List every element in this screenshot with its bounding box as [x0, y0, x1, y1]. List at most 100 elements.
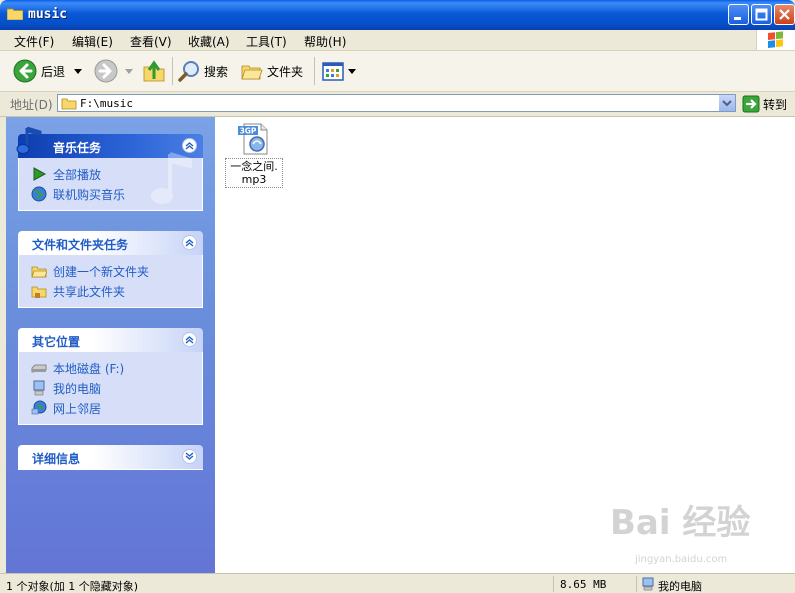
- place-my-computer[interactable]: 我的电脑: [31, 378, 202, 398]
- address-value: F:\music: [80, 97, 133, 110]
- close-button[interactable]: [774, 4, 795, 25]
- play-icon: [33, 167, 47, 181]
- folders-icon: [241, 65, 263, 80]
- minimize-button[interactable]: [728, 4, 749, 25]
- status-location: 我的电脑: [658, 580, 702, 593]
- forward-button[interactable]: [93, 57, 135, 85]
- chevron-down-icon[interactable]: [347, 66, 357, 76]
- chevron-down-icon: [185, 452, 194, 460]
- toolbar-separator: [172, 57, 173, 85]
- menu-file[interactable]: 文件(F): [14, 33, 54, 50]
- close-icon: [779, 9, 790, 20]
- task-label: 联机购买音乐: [53, 187, 126, 202]
- views-button[interactable]: [321, 57, 357, 85]
- menu-help[interactable]: 帮助(H): [304, 33, 346, 50]
- menu-tools[interactable]: 工具(T): [246, 33, 287, 50]
- other-places-panel: 其它位置 本地磁盘 (F:) 我的电脑 网上邻居: [18, 328, 203, 425]
- collapse-button[interactable]: [182, 235, 197, 250]
- globe-icon: [31, 186, 47, 202]
- music-tasks-panel: 音乐任务 全部播放 联机购买音乐: [16, 126, 203, 211]
- network-icon: [31, 400, 47, 415]
- window-title: music: [28, 7, 68, 22]
- search-icon: [178, 61, 199, 82]
- task-pane: 音乐任务 全部播放 联机购买音乐 文件和文件夹任务 创建一个新文件夹 共享此文件…: [6, 117, 215, 573]
- address-input[interactable]: F:\music: [57, 94, 736, 112]
- go-button[interactable]: 转到: [742, 95, 787, 113]
- back-button[interactable]: 后退: [12, 57, 85, 85]
- collapse-button[interactable]: [182, 332, 197, 347]
- address-bar: 地址(D) F:\music 转到: [0, 92, 795, 117]
- details-header[interactable]: 详细信息: [18, 445, 203, 470]
- status-size: 8.65 MB: [560, 578, 607, 591]
- computer-icon: [33, 380, 45, 396]
- other-places-title: 其它位置: [32, 335, 81, 349]
- title-bar[interactable]: music: [0, 0, 795, 30]
- back-arrow-icon: [13, 59, 37, 83]
- forward-arrow-icon: [94, 59, 118, 83]
- place-label: 我的电脑: [53, 381, 102, 396]
- menu-favorites[interactable]: 收藏(A): [188, 33, 230, 50]
- expand-button[interactable]: [182, 449, 197, 464]
- other-places-body: 本地磁盘 (F:) 我的电脑 网上邻居: [18, 352, 203, 425]
- place-network[interactable]: 网上邻居: [31, 398, 202, 418]
- file-tasks-panel: 文件和文件夹任务 创建一个新文件夹 共享此文件夹: [18, 231, 203, 308]
- address-label: 地址(D): [10, 98, 53, 112]
- task-label: 创建一个新文件夹: [53, 264, 150, 279]
- place-local-disk[interactable]: 本地磁盘 (F:): [31, 358, 202, 378]
- place-label: 本地磁盘 (F:): [53, 361, 125, 376]
- new-folder-icon: [31, 266, 47, 278]
- folders-button[interactable]: 文件夹: [240, 57, 303, 85]
- music-note-watermark-icon: [151, 152, 192, 204]
- chevron-down-icon[interactable]: [71, 66, 85, 76]
- chevron-down-icon[interactable]: [123, 66, 135, 76]
- minimize-icon: [734, 17, 741, 20]
- chevron-up-icon: [185, 239, 194, 247]
- task-share-folder[interactable]: 共享此文件夹: [31, 281, 202, 301]
- file-tasks-header[interactable]: 文件和文件夹任务: [18, 231, 203, 255]
- file-list-area[interactable]: 3GP 一念之间.mp3 Bai 经验 jingyan.baidu.com: [215, 117, 795, 573]
- audio-file-icon: 3GP: [238, 123, 268, 155]
- views-icon: [322, 62, 344, 81]
- task-label: 全部播放: [53, 167, 102, 182]
- menu-edit[interactable]: 编辑(E): [72, 33, 113, 50]
- music-tasks-body: 全部播放 联机购买音乐: [18, 152, 203, 211]
- chevron-down-icon: [722, 100, 732, 107]
- file-tasks-body: 创建一个新文件夹 共享此文件夹: [18, 255, 203, 308]
- status-bar: 1 个对象(加 1 个隐藏对象) 8.65 MB 我的电脑: [0, 573, 795, 593]
- toolbar: 后退 搜索 文件夹: [0, 51, 795, 92]
- windows-logo-icon: [756, 30, 795, 50]
- up-folder-button[interactable]: [142, 57, 166, 85]
- hard-drive-icon: [31, 364, 47, 373]
- address-dropdown-button[interactable]: [718, 95, 735, 111]
- details-panel: 详细信息: [18, 445, 203, 470]
- place-label: 网上邻居: [53, 401, 102, 416]
- file-tasks-title: 文件和文件夹任务: [32, 238, 129, 252]
- go-arrow-icon: [742, 95, 760, 113]
- status-separator: [553, 576, 554, 592]
- maximize-button[interactable]: [751, 4, 772, 25]
- menu-view[interactable]: 查看(V): [130, 33, 172, 50]
- search-label: 搜索: [204, 64, 229, 79]
- music-note-icon: [16, 126, 42, 154]
- share-folder-icon: [31, 286, 47, 298]
- task-new-folder[interactable]: 创建一个新文件夹: [31, 261, 202, 281]
- explorer-window: music 文件(F) 编辑(E) 查看(V) 收藏(A) 工具(T) 帮助(H…: [0, 0, 795, 593]
- search-button[interactable]: 搜索: [177, 57, 228, 85]
- toolbar-separator: [314, 57, 315, 85]
- menu-bar: 文件(F) 编辑(E) 查看(V) 收藏(A) 工具(T) 帮助(H): [0, 30, 795, 51]
- music-tasks-title: 音乐任务: [53, 141, 102, 155]
- baidu-watermark-url: jingyan.baidu.com: [635, 554, 728, 565]
- task-label: 共享此文件夹: [53, 284, 126, 299]
- file-name: 一念之间.mp3: [225, 158, 283, 188]
- computer-icon: [642, 577, 654, 591]
- details-title: 详细信息: [32, 452, 81, 466]
- status-separator: [636, 576, 637, 592]
- folders-label: 文件夹: [267, 64, 304, 79]
- status-object-count: 1 个对象(加 1 个隐藏对象): [6, 580, 139, 593]
- file-badge: 3GP: [240, 127, 257, 136]
- go-label: 转到: [763, 97, 788, 112]
- chevron-up-icon: [185, 336, 194, 344]
- baidu-watermark: Bai 经验: [610, 503, 751, 543]
- up-folder-icon: [143, 60, 165, 82]
- other-places-header[interactable]: 其它位置: [18, 328, 203, 352]
